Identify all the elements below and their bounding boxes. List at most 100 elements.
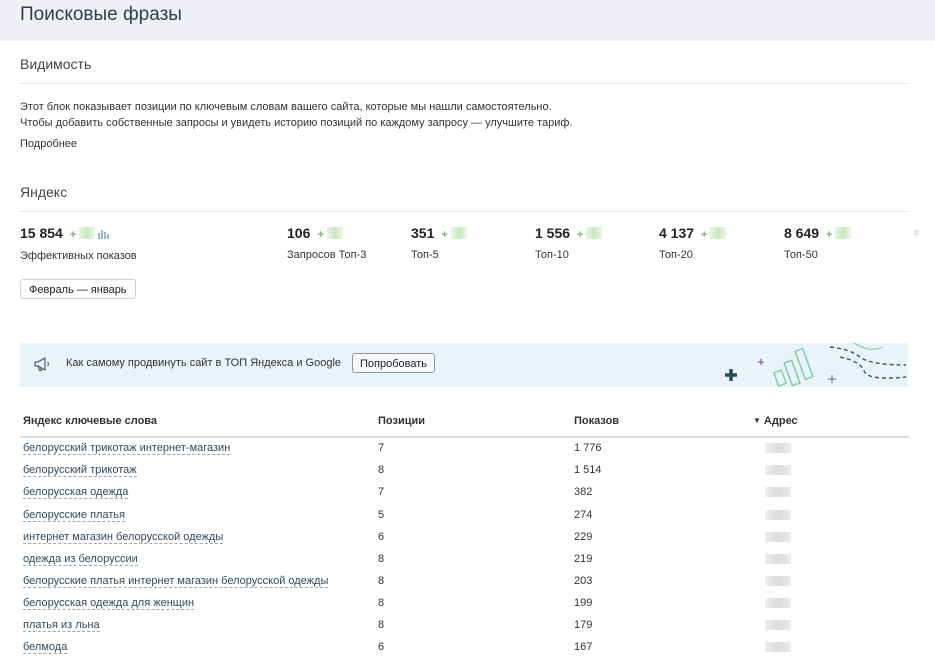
keyword-link[interactable]: белорусские платья интернет магазин бело… [23, 575, 329, 588]
stat-value: 1 556 [535, 225, 571, 241]
impressions-value: 1 514 [574, 464, 602, 476]
keyword-link[interactable]: одежда из белоруссии [23, 553, 138, 566]
position-value: 7 [378, 442, 385, 454]
megaphone-icon [33, 355, 53, 378]
table-row: белорусский трикотаж интернет-магазин 7 … [20, 437, 909, 459]
impressions-value: 229 [574, 531, 593, 543]
keyword-link[interactable]: белорусская одежда для женщин [23, 597, 195, 610]
divider [20, 83, 909, 84]
position-value: 8 [378, 464, 385, 476]
promo-illustration [720, 343, 908, 387]
table-row: белорусские платья 5 274 [20, 504, 909, 526]
stat-plus: + [69, 229, 77, 241]
page-title: Поисковые фразы [20, 4, 182, 25]
blurred-delta [326, 227, 343, 239]
stat-top50: 8 649 + Топ-50 [784, 225, 852, 261]
table-row: белмода 6 167 [20, 636, 909, 658]
position-value: 8 [378, 597, 385, 609]
stat-top3: 106 + Запросов Топ-3 [287, 225, 366, 261]
table-row: белорусская одежда для женщин 8 199 [20, 592, 909, 614]
impressions-value: 179 [574, 619, 593, 631]
blurred-address [765, 510, 791, 520]
keyword-link[interactable]: белмода [23, 641, 68, 654]
column-header-positions[interactable]: Позиции [378, 415, 425, 427]
position-value: 8 [378, 575, 385, 587]
stat-value: 15 854 [20, 225, 63, 241]
impressions-value: 274 [574, 509, 593, 521]
stat-top20: 4 137 + Топ-20 [659, 225, 727, 261]
impressions-value: 1 776 [574, 442, 602, 454]
keyword-link[interactable]: платья из льна [23, 619, 100, 632]
blurred-address [765, 487, 791, 497]
column-header-address[interactable]: ▼ Адрес [753, 415, 798, 427]
bar-chart-icon[interactable] [98, 226, 110, 244]
stat-top5: 351 + Топ-5 [411, 225, 467, 261]
keyword-link[interactable]: белорусские платья [23, 509, 126, 522]
stat-top10: 1 556 + Топ-10 [535, 225, 603, 261]
table-row: белорусская одежда 7 382 [20, 481, 909, 503]
blurred-delta [586, 227, 603, 239]
blurred-delta [835, 227, 852, 239]
stat-plus: + [441, 229, 448, 241]
stat-label: Топ-5 [411, 249, 439, 261]
sort-down-icon: ▼ [753, 416, 761, 425]
stat-plus: + [701, 229, 708, 241]
table-row: платья из льна 8 179 [20, 614, 909, 636]
more-link[interactable]: Подробнее [20, 138, 77, 150]
stat-plus: + [826, 229, 833, 241]
table-row: белорусские платья интернет магазин бело… [20, 570, 909, 592]
blurred-delta [79, 227, 96, 239]
column-header-address-label: Адрес [763, 415, 798, 427]
period-button[interactable]: Февраль — январь [20, 279, 136, 299]
blurred-address [765, 598, 791, 608]
stat-effective-impressions: 15 854 + Эффективных показов [20, 225, 137, 262]
promo-banner: Как самому продвинуть сайт в ТОП Яндекса… [20, 343, 908, 387]
page-header: Поисковые фразы [0, 0, 935, 41]
impressions-value: 219 [574, 553, 593, 565]
blurred-delta [450, 227, 467, 239]
position-value: 8 [378, 553, 385, 565]
impressions-value: 382 [574, 486, 593, 498]
blurred-address [765, 642, 791, 652]
stat-label: Эффективных показов [20, 250, 137, 262]
stat-value: 106 [287, 225, 311, 241]
yandex-title: Яндекс [20, 184, 68, 200]
keyword-link[interactable]: интернет магазин белорусской одежды [23, 531, 224, 544]
position-value: 6 [378, 641, 385, 653]
blurred-address [765, 443, 791, 453]
position-value: 5 [378, 509, 385, 521]
column-header-impressions[interactable]: Показов [574, 415, 619, 427]
stat-label: Топ-50 [784, 249, 818, 261]
blurred-delta [710, 227, 727, 239]
impressions-value: 167 [574, 641, 593, 653]
position-value: 7 [378, 486, 385, 498]
blurred-address [765, 532, 791, 542]
table-row: интернет магазин белорусской одежды 6 22… [20, 526, 909, 548]
blurred-address [765, 554, 791, 564]
blurred-address [765, 576, 791, 586]
stat-label: Запросов Топ-3 [287, 249, 367, 261]
stat-plus: + [317, 229, 324, 241]
blurred-address [765, 465, 791, 475]
try-button[interactable]: Попробовать [352, 353, 435, 373]
stat-label: Топ-20 [659, 249, 693, 261]
stat-value: 4 137 [659, 225, 695, 241]
blurred-address [765, 620, 791, 630]
visibility-description-line2: Чтобы добавить собственные запросы и уви… [20, 117, 573, 129]
keyword-link[interactable]: белорусский трикотаж интернет-магазин [23, 442, 231, 455]
promo-text: Как самому продвинуть сайт в ТОП Яндекса… [66, 357, 342, 369]
keyword-link[interactable]: белорусский трикотаж [23, 464, 137, 477]
stat-value: 8 649 [784, 225, 820, 241]
column-header-keywords[interactable]: Яндекс ключевые слова [23, 415, 157, 427]
table-row: одежда из белоруссии 8 219 [20, 548, 909, 570]
stat-value: 351 [411, 225, 435, 241]
position-value: 6 [378, 531, 385, 543]
stat-label: Топ-10 [535, 249, 569, 261]
keyword-link[interactable]: белорусская одежда [23, 486, 129, 499]
hash-icon[interactable]: # [914, 228, 919, 238]
stat-plus: + [577, 229, 584, 241]
divider [20, 211, 909, 212]
visibility-title: Видимость [20, 56, 92, 72]
table-row: белорусский трикотаж 8 1 514 [20, 459, 909, 481]
impressions-value: 203 [574, 575, 593, 587]
